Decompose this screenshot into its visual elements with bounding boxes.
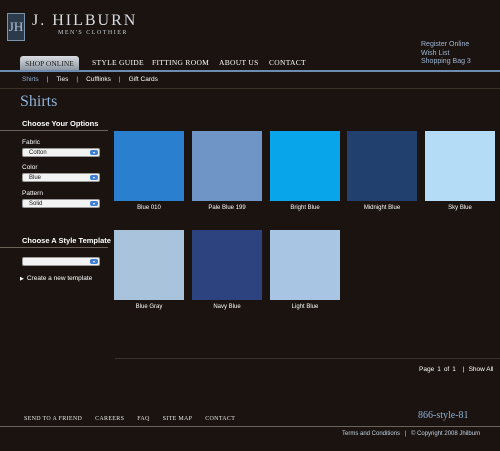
color-label: Color bbox=[22, 164, 38, 171]
swatch-label[interactable]: Pale Blue 199 bbox=[182, 205, 272, 211]
color-select[interactable]: Blue ▾ bbox=[22, 173, 100, 182]
footer-divider bbox=[0, 426, 500, 427]
create-template-link[interactable]: ▶ Create a new template bbox=[20, 275, 92, 282]
color-swatch[interactable] bbox=[114, 131, 184, 201]
chevron-down-icon: ▾ bbox=[90, 150, 98, 155]
brand-name[interactable]: J. HILBURN bbox=[32, 12, 137, 30]
color-select-value: Blue bbox=[29, 175, 42, 181]
triangle-right-icon: ▶ bbox=[20, 276, 24, 282]
footer-site-map[interactable]: SITE MAP bbox=[163, 416, 193, 422]
chevron-down-icon: ▾ bbox=[90, 175, 98, 180]
page-title: Shirts bbox=[20, 93, 58, 110]
footer-faq[interactable]: FAQ bbox=[137, 416, 149, 422]
nav-tab-style-guide[interactable]: STYLE GUIDE bbox=[92, 58, 144, 67]
color-swatch[interactable] bbox=[192, 230, 262, 300]
swatch-label[interactable]: Blue 010 bbox=[104, 205, 194, 211]
terms-link[interactable]: Terms and Conditions bbox=[342, 431, 400, 437]
copyright-text: © Copyright 2008 Jhilburn bbox=[410, 431, 481, 437]
subnav-gift-cards[interactable]: Gift Cards bbox=[129, 76, 158, 83]
subnav-cufflinks[interactable]: Cufflinks bbox=[86, 76, 111, 83]
pagination: Page 1 of 1 | Show All bbox=[419, 366, 497, 373]
main-nav: SHOP ONLINE STYLE GUIDE FITTING ROOM ABO… bbox=[0, 56, 500, 70]
pattern-select[interactable]: Solid ▾ bbox=[22, 199, 100, 208]
options-panel-title: Choose Your Options bbox=[22, 119, 99, 128]
nav-tab-fitting-room[interactable]: FITTING ROOM bbox=[152, 58, 209, 67]
fabric-select[interactable]: Cotton ▾ bbox=[22, 148, 100, 157]
style-template-select[interactable]: ▾ bbox=[22, 257, 100, 266]
color-swatch[interactable] bbox=[270, 230, 340, 300]
swatch-label[interactable]: Midnight Blue bbox=[337, 205, 427, 211]
chevron-down-icon: ▾ bbox=[90, 201, 98, 206]
phone-number: 866-style-81 bbox=[418, 410, 469, 421]
logo-mark[interactable]: JH bbox=[7, 13, 25, 41]
copyright-bar: Terms and Conditions | © Copyright 2008 … bbox=[342, 431, 480, 437]
swatch-label[interactable]: Light Blue bbox=[260, 304, 350, 310]
color-swatch[interactable] bbox=[425, 131, 495, 201]
page-of: of bbox=[443, 366, 450, 373]
show-all-link[interactable]: Show All bbox=[469, 366, 494, 373]
fabric-label: Fabric bbox=[22, 139, 41, 146]
pattern-label: Pattern bbox=[22, 190, 43, 197]
pagination-divider bbox=[115, 358, 500, 359]
subnav-separator: | bbox=[76, 76, 79, 83]
pagination-separator: | bbox=[462, 366, 465, 373]
template-panel-title: Choose A Style Template bbox=[22, 236, 111, 245]
nav-tab-about-us[interactable]: ABOUT US bbox=[219, 58, 259, 67]
footer-links: SEND TO A FRIEND CAREERS FAQ SITE MAP CONTAC… bbox=[24, 416, 248, 422]
subnav-separator: | bbox=[46, 76, 49, 83]
current-page: 1 bbox=[437, 366, 441, 373]
swatch-label[interactable]: Sky Blue bbox=[415, 205, 500, 211]
register-online-link[interactable]: Register Online bbox=[421, 41, 471, 50]
divider bbox=[0, 88, 500, 89]
footer-separator: | bbox=[404, 431, 407, 437]
total-pages: 1 bbox=[452, 366, 456, 373]
subnav-ties[interactable]: Ties bbox=[56, 76, 68, 83]
subnav-separator: | bbox=[118, 76, 121, 83]
color-swatch[interactable] bbox=[114, 230, 184, 300]
nav-tab-shop-online[interactable]: SHOP ONLINE bbox=[20, 56, 79, 70]
color-swatch[interactable] bbox=[270, 131, 340, 201]
footer-careers[interactable]: CAREERS bbox=[95, 416, 124, 422]
subnav-shirts[interactable]: Shirts bbox=[22, 76, 39, 83]
footer-contact[interactable]: CONTACT bbox=[205, 416, 235, 422]
swatch-label[interactable]: Navy Blue bbox=[182, 304, 272, 310]
nav-divider bbox=[0, 70, 500, 72]
page-label: Page bbox=[419, 366, 435, 373]
nav-tab-contact[interactable]: CONTACT bbox=[269, 58, 306, 67]
sub-nav: Shirts | Ties | Cufflinks | Gift Cards bbox=[22, 76, 158, 83]
create-template-label: Create a new template bbox=[26, 275, 93, 282]
template-divider bbox=[0, 247, 108, 248]
color-swatch[interactable] bbox=[192, 131, 262, 201]
logo-mark-text: JH bbox=[8, 19, 24, 34]
swatch-label[interactable]: Blue Gray bbox=[104, 304, 194, 310]
footer-send-to-friend[interactable]: SEND TO A FRIEND bbox=[24, 416, 82, 422]
pattern-select-value: Solid bbox=[29, 201, 43, 207]
options-divider bbox=[0, 130, 108, 131]
color-swatch[interactable] bbox=[347, 131, 417, 201]
chevron-down-icon: ▾ bbox=[90, 259, 98, 264]
fabric-select-value: Cotton bbox=[29, 150, 47, 156]
brand-tagline: MEN'S CLOTHIER bbox=[58, 30, 128, 36]
